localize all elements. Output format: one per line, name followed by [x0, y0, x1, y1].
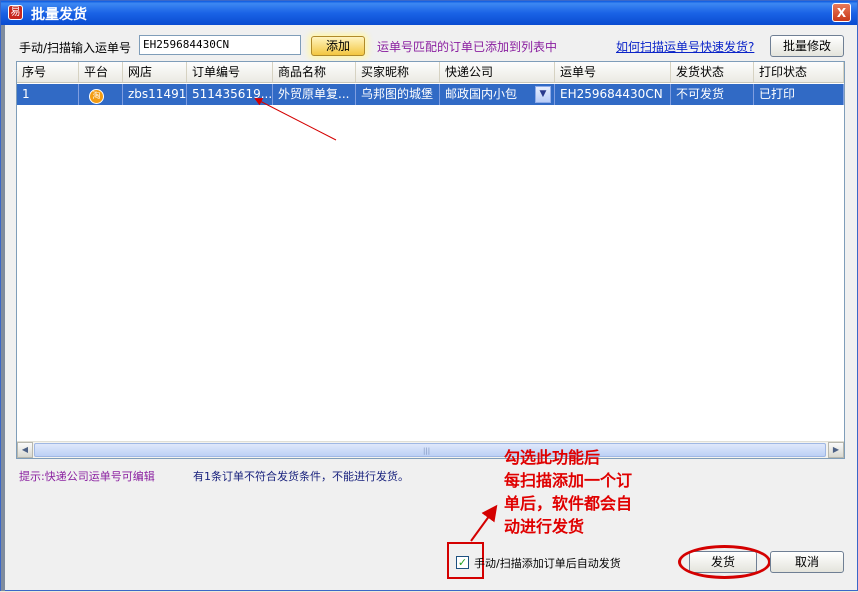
cell-tracking-no[interactable]: EH259684430CN: [555, 84, 671, 105]
horizontal-scrollbar[interactable]: ◀ ||| ▶: [17, 441, 844, 458]
annotation-text: 勾选此功能后 每扫描添加一个订 单后，软件都会自 动进行发货: [504, 446, 679, 538]
table-header: 序号 平台 网店 订单编号 商品名称 买家昵称 快递公司 运单号 发货状态 打印…: [17, 62, 844, 83]
cell-order-no: 511435619...: [187, 84, 273, 105]
scrollbar-thumb[interactable]: |||: [34, 443, 826, 457]
orders-table: 序号 平台 网店 订单编号 商品名称 买家昵称 快递公司 运单号 发货状态 打印…: [16, 61, 845, 459]
scan-label: 手动/扫描输入运单号: [19, 41, 132, 55]
ineligible-warning: 有1条订单不符合发货条件，不能进行发货。: [193, 470, 409, 483]
chevron-down-icon[interactable]: ▼: [535, 86, 551, 103]
cell-shop: zbs11491: [123, 84, 187, 105]
cell-print-status: 已打印: [754, 84, 844, 105]
arrow-to-checkbox: [470, 504, 498, 542]
batch-edit-button[interactable]: 批量修改: [770, 35, 844, 57]
window-title: 批量发货: [31, 7, 87, 23]
tracking-number-input[interactable]: EH259684430CN: [139, 35, 301, 55]
annotation-line: 动进行发货: [504, 517, 585, 536]
annotation-line: 每扫描添加一个订: [504, 471, 633, 490]
column-header-product[interactable]: 商品名称: [273, 62, 356, 82]
taobao-icon: 淘: [89, 89, 104, 104]
column-header-buyer[interactable]: 买家昵称: [356, 62, 440, 82]
close-button[interactable]: X: [832, 3, 851, 22]
table-row[interactable]: 1 淘 zbs11491 511435619... 外贸原单复... 乌邦图的城…: [17, 84, 844, 105]
cell-ship-status: 不可发货: [671, 84, 754, 105]
cell-buyer: 乌邦图的城堡: [356, 84, 440, 105]
column-header-print-status[interactable]: 打印状态: [754, 62, 844, 82]
add-button[interactable]: 添加: [311, 36, 365, 56]
courier-value: 邮政国内小包: [445, 87, 518, 101]
app-icon: 易: [8, 5, 23, 20]
cancel-button[interactable]: 取消: [770, 551, 844, 573]
annotation-line: 单后，软件都会自: [504, 494, 633, 513]
scroll-left-icon[interactable]: ◀: [17, 442, 33, 458]
auto-ship-checkbox[interactable]: ✓: [456, 556, 469, 569]
title-bar[interactable]: 易 批量发货 X: [1, 1, 857, 25]
column-header-ship-status[interactable]: 发货状态: [671, 62, 754, 82]
status-message: 运单号匹配的订单已添加到列表中: [377, 40, 558, 54]
grip-icon: |||: [423, 447, 431, 455]
column-header-platform[interactable]: 平台: [79, 62, 123, 82]
annotation-line: 勾选此功能后: [504, 448, 601, 467]
edit-tip: 提示:快递公司运单号可编辑: [19, 470, 155, 483]
scroll-right-icon[interactable]: ▶: [828, 442, 844, 458]
batch-ship-dialog: 易 批量发货 X 手动/扫描输入运单号 EH259684430CN 添加 运单号…: [0, 0, 858, 591]
cell-index: 1: [17, 84, 79, 105]
help-link[interactable]: 如何扫描运单号快速发货?: [616, 38, 754, 55]
ship-button-highlight: [678, 545, 771, 579]
auto-ship-label[interactable]: 手动/扫描添加订单后自动发货: [474, 555, 621, 571]
window-left-edge: [1, 25, 5, 591]
cell-product: 外贸原单复...: [273, 84, 356, 105]
column-header-tracking-no[interactable]: 运单号: [555, 62, 671, 82]
column-header-index[interactable]: 序号: [17, 62, 79, 82]
column-header-courier[interactable]: 快递公司: [440, 62, 555, 82]
column-header-shop[interactable]: 网店: [123, 62, 187, 82]
cell-courier-select[interactable]: 邮政国内小包 ▼: [440, 84, 555, 105]
cell-platform: 淘: [79, 84, 123, 105]
column-header-order-no[interactable]: 订单编号: [187, 62, 273, 82]
